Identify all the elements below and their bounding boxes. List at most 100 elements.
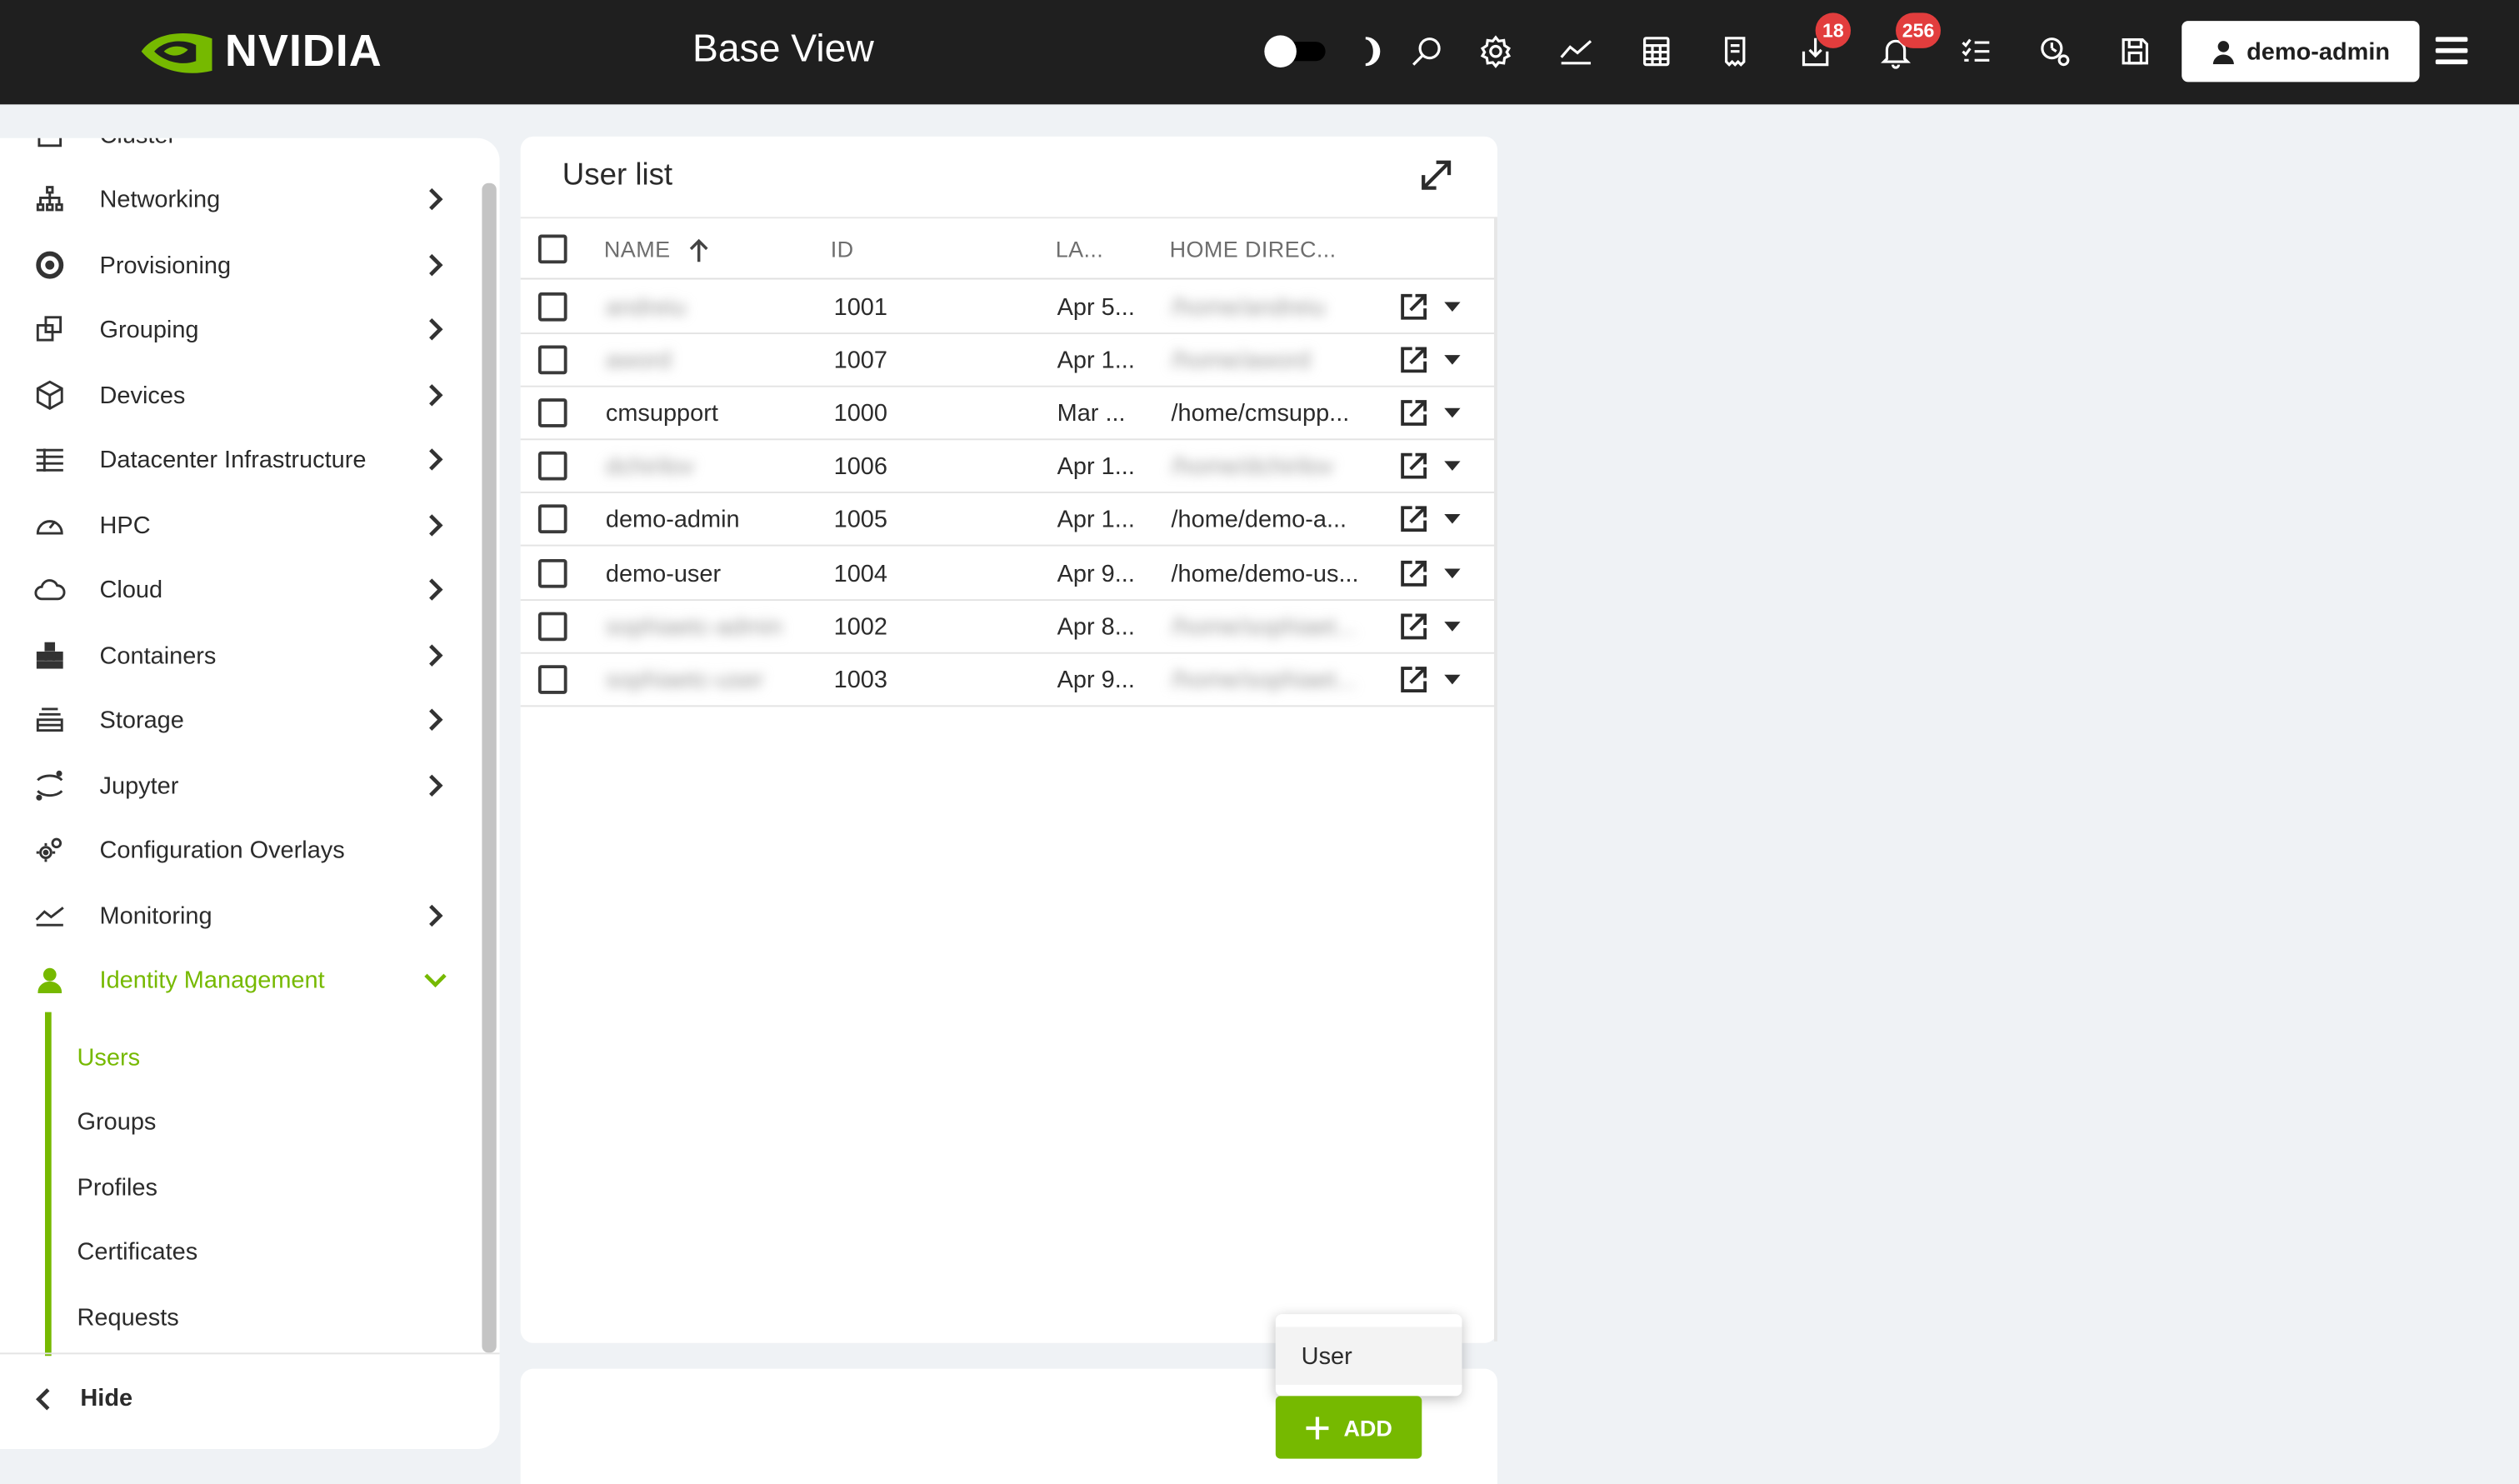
hamburger-menu-icon[interactable] xyxy=(2435,37,2468,66)
select-all-checkbox[interactable] xyxy=(537,234,567,264)
sidebar-item-networking[interactable]: Networking xyxy=(0,167,479,232)
downloads-icon[interactable]: 18 xyxy=(1797,12,1852,71)
table-row[interactable]: cmsupport 1000 Mar ... /home/cmsupp... xyxy=(520,387,1495,441)
row-checkbox[interactable] xyxy=(537,505,567,534)
cell-id: 1003 xyxy=(833,666,887,694)
chevron-right-icon xyxy=(424,774,447,797)
column-header-name[interactable]: NAME xyxy=(604,236,671,262)
row-checkbox[interactable] xyxy=(537,398,567,428)
open-external-icon[interactable] xyxy=(1397,503,1430,536)
row-actions-caret-icon[interactable] xyxy=(1444,674,1461,684)
table-row[interactable]: sophiaetc-user 1003 Apr 9... /home/sophiaet… xyxy=(520,653,1495,707)
cell-id: 1006 xyxy=(833,453,887,482)
monitoring-chart-icon[interactable] xyxy=(1557,32,1595,71)
row-checkbox[interactable] xyxy=(537,557,567,587)
open-external-icon[interactable] xyxy=(1397,344,1430,377)
sidebar-item-label: Cloud xyxy=(99,576,163,603)
sidebar-subitem-profiles[interactable]: Profiles xyxy=(77,1174,157,1202)
table-row[interactable]: demo-admin 1005 Apr 1... /home/demo-a... xyxy=(520,494,1495,547)
row-checkbox[interactable] xyxy=(537,664,567,694)
sort-ascending-icon[interactable] xyxy=(687,237,710,263)
nvidia-logo[interactable]: NVIDIA xyxy=(138,22,382,80)
sidebar-item-configuration-overlays[interactable]: Configuration Overlays xyxy=(0,817,479,882)
open-external-icon[interactable] xyxy=(1397,397,1430,430)
cell-last-login: Mar ... xyxy=(1057,400,1126,428)
sidebar-item-containers[interactable]: Containers xyxy=(0,623,479,687)
row-actions-caret-icon[interactable] xyxy=(1444,355,1461,365)
sidebar-item-devices[interactable]: Devices xyxy=(0,363,479,427)
row-actions-caret-icon[interactable] xyxy=(1444,621,1461,631)
open-external-icon[interactable] xyxy=(1397,557,1430,589)
open-external-icon[interactable] xyxy=(1397,291,1430,323)
sidebar-item-storage[interactable]: Storage xyxy=(0,687,479,752)
chevron-right-icon xyxy=(424,253,447,277)
cell-id: 1000 xyxy=(833,400,887,428)
row-checkbox[interactable] xyxy=(537,611,567,641)
sidebar-scrollbar[interactable] xyxy=(482,182,497,1353)
sidebar-item-jupyter[interactable]: Jupyter xyxy=(0,753,479,817)
cell-home-directory: /home/demo-us... xyxy=(1171,559,1359,587)
sidebar-item-datacenter-infrastructure[interactable]: Datacenter Infrastructure xyxy=(0,427,479,492)
rack-icon xyxy=(32,442,67,477)
chevron-right-icon xyxy=(424,578,447,601)
open-external-icon[interactable] xyxy=(1397,663,1430,696)
column-header-last-login[interactable]: LA... xyxy=(1056,236,1103,262)
sidebar-item-label: Containers xyxy=(99,642,217,670)
cell-name: dchirilov xyxy=(605,453,694,482)
automation-gears-icon[interactable] xyxy=(2036,32,2074,71)
sidebar-item-label: HPC xyxy=(99,512,151,539)
row-actions-caret-icon[interactable] xyxy=(1444,302,1461,312)
notifications-bell-icon[interactable]: 256 xyxy=(1877,12,1942,71)
table-row[interactable]: sophiaetc-admin 1002 Apr 8... /home/sophiae… xyxy=(520,600,1495,653)
sidebar-item-monitoring[interactable]: Monitoring xyxy=(0,883,479,947)
sidebar-item-identity-management[interactable]: Identity Management xyxy=(0,948,479,1012)
open-external-icon[interactable] xyxy=(1397,450,1430,482)
downloads-badge: 18 xyxy=(1815,12,1852,48)
sidebar-subitem-certificates[interactable]: Certificates xyxy=(77,1238,198,1266)
chevron-right-icon xyxy=(424,384,447,407)
row-checkbox[interactable] xyxy=(537,452,567,482)
cell-id: 1007 xyxy=(833,347,887,375)
moon-icon[interactable] xyxy=(1347,32,1385,71)
open-external-icon[interactable] xyxy=(1397,610,1430,642)
table-row[interactable]: andreiu 1001 Apr 5... /home/andreiu xyxy=(520,281,1495,335)
sidebar-item-label: Cluster xyxy=(100,138,177,149)
row-actions-caret-icon[interactable] xyxy=(1444,567,1461,578)
theme-toggle[interactable] xyxy=(1264,35,1328,67)
calculator-icon[interactable] xyxy=(1637,32,1676,71)
sidebar-subitem-groups[interactable]: Groups xyxy=(77,1108,157,1136)
hide-label: Hide xyxy=(80,1384,133,1412)
sidebar-subitem-requests[interactable]: Requests xyxy=(77,1305,179,1332)
row-actions-caret-icon[interactable] xyxy=(1444,408,1461,418)
user-menu-button[interactable]: demo-admin xyxy=(2182,21,2420,82)
sidebar-item-grouping[interactable]: Grouping xyxy=(0,297,479,362)
row-actions-caret-icon[interactable] xyxy=(1444,461,1461,472)
table-row[interactable]: aword 1007 Apr 1... /home/aword xyxy=(520,334,1495,387)
hide-sidebar-button[interactable]: Hide xyxy=(32,1384,133,1412)
row-checkbox[interactable] xyxy=(537,345,567,375)
chevron-right-icon xyxy=(424,644,447,667)
table-row[interactable]: demo-user 1004 Apr 9... /home/demo-us... xyxy=(520,547,1495,601)
cell-name: andreiu xyxy=(605,293,687,322)
chevron-right-icon xyxy=(424,318,447,341)
sidebar-subitem-users[interactable]: Users xyxy=(77,1044,141,1072)
add-menu-item-user[interactable]: User xyxy=(1275,1327,1462,1385)
sidebar-item-cloud[interactable]: Cloud xyxy=(0,557,479,622)
sidebar-item-provisioning[interactable]: Provisioning xyxy=(0,233,479,297)
column-header-id[interactable]: ID xyxy=(831,236,854,262)
table-row[interactable]: dchirilov 1006 Apr 1... /home/dchirilov xyxy=(520,441,1495,494)
sidebar-item-label: Configuration Overlays xyxy=(99,836,345,864)
column-header-home-directory[interactable]: HOME DIREC... xyxy=(1170,236,1337,262)
cell-id: 1005 xyxy=(833,507,887,534)
sidebar-item-hpc[interactable]: HPC xyxy=(0,493,479,557)
task-list-icon[interactable] xyxy=(1957,32,1995,71)
receipt-log-icon[interactable] xyxy=(1716,32,1754,71)
settings-gear-icon[interactable] xyxy=(1477,32,1515,71)
row-checkbox[interactable] xyxy=(537,292,567,322)
expand-icon[interactable] xyxy=(1417,156,1455,194)
row-actions-caret-icon[interactable] xyxy=(1444,514,1461,525)
save-icon[interactable] xyxy=(2116,32,2154,71)
sidebar-item-cluster[interactable]: Cluster xyxy=(0,137,479,167)
search-icon[interactable] xyxy=(1407,32,1446,71)
add-button[interactable]: ADD xyxy=(1275,1396,1422,1459)
